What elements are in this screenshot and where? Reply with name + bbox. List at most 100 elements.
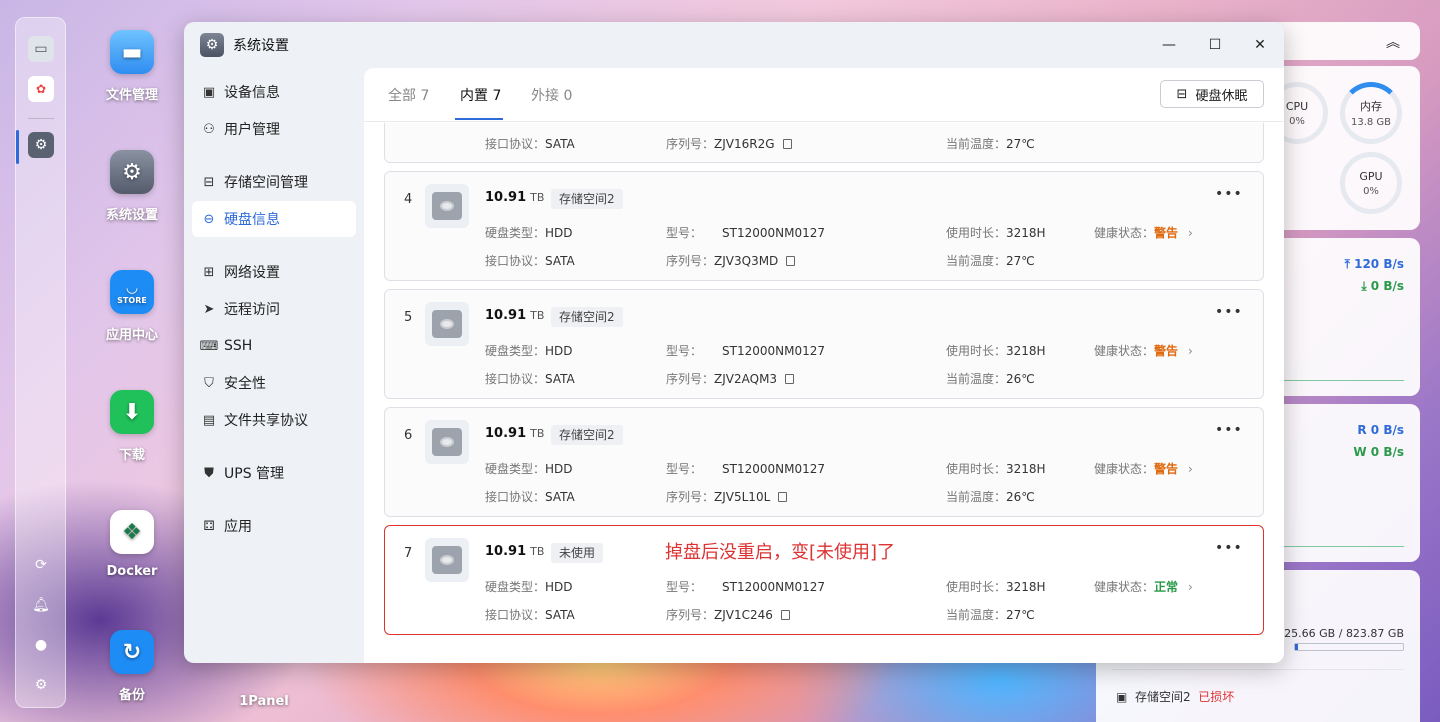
model-field: 型号： ST12000NM0127 xyxy=(666,580,826,594)
health-field[interactable]: 健康状态：警告 › xyxy=(1094,224,1193,241)
bell-icon[interactable]: 🔔︎ xyxy=(28,592,54,618)
store-icon: ◡ STORE xyxy=(110,270,154,314)
user-icon[interactable]: ● xyxy=(28,632,54,658)
apps-icon: ⚃ xyxy=(203,518,215,534)
serial-field: 序列号：ZJV5L10L xyxy=(666,488,788,505)
disk-tag: 存储空间2 xyxy=(551,307,623,327)
download-speed: ⤓ 0 B/s xyxy=(1361,279,1404,293)
desktop-system-settings[interactable]: ⚙ 系统设置 xyxy=(87,150,177,223)
gear-icon[interactable]: ⚙ xyxy=(28,672,54,698)
disk-tabs: 全部 7 内置 7 外接 0 ⊟ 硬盘休眠 xyxy=(364,68,1284,122)
sync-icon[interactable]: ⟳ xyxy=(28,552,54,578)
copy-icon[interactable] xyxy=(778,492,788,502)
sidebar-item-users[interactable]: ⚇ 用户管理 xyxy=(192,111,356,147)
disk-type-field: 硬盘类型：HDD xyxy=(485,580,573,594)
usage-field: 使用时长：3218H xyxy=(946,462,1046,476)
chevron-right-icon: › xyxy=(1188,226,1193,240)
maximize-button[interactable]: ☐ xyxy=(1205,35,1225,55)
storage-icon: ⊟ xyxy=(203,174,215,190)
more-options-icon[interactable]: ••• xyxy=(1215,186,1243,202)
interface-field: 接口协议：SATA xyxy=(485,372,575,386)
desktop-app-center[interactable]: ◡ STORE 应用中心 xyxy=(87,270,177,343)
storage-usage-bar xyxy=(1294,643,1404,651)
temperature-field: 当前温度：26℃ xyxy=(946,490,1035,504)
health-field[interactable]: 健康状态：警告 › xyxy=(1094,460,1193,477)
desktop-1panel[interactable]: 1Panel xyxy=(219,694,309,709)
disk-index: 6 xyxy=(404,428,413,443)
dock-active-indicator xyxy=(16,130,19,164)
shield-icon: ⛉ xyxy=(204,375,214,391)
usage-field: 使用时长：3218H xyxy=(946,344,1046,358)
sidebar-item-disk-info[interactable]: ⊖ 硬盘信息 xyxy=(192,201,356,237)
desktop-file-manager[interactable]: ▬ 文件管理 xyxy=(87,30,177,103)
settings-app-icon: ⚙ xyxy=(200,33,224,57)
interface-field: 接口协议：SATA xyxy=(485,254,575,268)
title-bar: ⚙ 系统设置 — ☐ ✕ xyxy=(184,22,1284,68)
temperature-field: 当前温度：27℃ xyxy=(946,254,1035,268)
serial-field: 序列号：ZJV2AQM3 xyxy=(666,370,795,387)
usage-field: 使用时长：3218H xyxy=(946,226,1046,240)
io-graph xyxy=(1284,546,1404,547)
close-button[interactable]: ✕ xyxy=(1250,35,1270,55)
minimize-button[interactable]: — xyxy=(1159,35,1179,55)
health-field[interactable]: 健康状态：警告 › xyxy=(1094,342,1193,359)
disk-tag: 存储空间2 xyxy=(551,189,623,209)
model-field: 型号： ST12000NM0127 xyxy=(666,462,826,476)
write-speed: W 0 B/s xyxy=(1353,445,1404,459)
disk-icon: ⊟ xyxy=(1176,86,1188,102)
sidebar-item-remote[interactable]: ➤ 远程访问 xyxy=(192,291,356,327)
download-icon: ⬇ xyxy=(110,390,154,434)
usage-field: 使用时长：3218H xyxy=(946,580,1046,594)
desktop-download[interactable]: ⬇ 下载 xyxy=(87,390,177,463)
tab-internal[interactable]: 内置 7 xyxy=(460,85,501,105)
folder-icon: ▬ xyxy=(110,30,154,74)
desktop-docker[interactable]: ❖ Docker xyxy=(87,510,177,579)
storage-item[interactable]: ▣ 存储空间2 已损坏 xyxy=(1116,688,1234,705)
interface-field: 接口协议：SATA xyxy=(485,490,575,504)
sidebar-item-security[interactable]: ⛉ 安全性 xyxy=(192,365,356,401)
copy-icon[interactable] xyxy=(780,610,790,620)
device-icon: ▣ xyxy=(202,84,216,100)
file-icon: ▤ xyxy=(202,412,216,428)
interface-field: 接口协议：SATA xyxy=(485,137,575,151)
copy-icon[interactable] xyxy=(782,139,792,149)
disk-card-5: 5 10.91 TB 存储空间2 硬盘类型：HDD 型号： ST12000NM012… xyxy=(384,289,1264,399)
sidebar-item-network[interactable]: ⊞ 网络设置 xyxy=(192,254,356,290)
sidebar-item-ssh[interactable]: ⌨ SSH xyxy=(192,328,356,364)
send-icon: ➤ xyxy=(203,301,215,317)
tab-active-underline xyxy=(455,118,503,120)
monitor-icon[interactable]: ▭ xyxy=(28,36,54,62)
launcher-icon[interactable]: ✿ xyxy=(28,76,54,102)
user-icon: ⚇ xyxy=(203,121,215,137)
settings-dock-icon[interactable]: ⚙ xyxy=(28,132,54,158)
sidebar-item-apps[interactable]: ⚃ 应用 xyxy=(192,508,356,544)
hard-disk-icon xyxy=(425,538,469,582)
interface-field: 接口协议：SATA xyxy=(485,608,575,622)
health-field[interactable]: 健康状态：正常 › xyxy=(1094,578,1193,595)
more-options-icon[interactable]: ••• xyxy=(1215,422,1243,438)
sidebar-item-ups[interactable]: ⛊ UPS 管理 xyxy=(192,455,356,491)
more-options-icon[interactable]: ••• xyxy=(1215,540,1243,556)
gpu-gauge: GPU 0% xyxy=(1340,152,1402,214)
desktop-backup[interactable]: ↻ 备份 xyxy=(87,630,177,703)
disk-info-panel: 全部 7 内置 7 外接 0 ⊟ 硬盘休眠 接口协议：SATA 序列号：ZJV16… xyxy=(364,68,1284,663)
collapse-icon[interactable]: ︽ xyxy=(1386,32,1400,52)
disk-card-7: 7 10.91 TB 未使用 硬盘类型：HDD 型号： ST12000NM0127 … xyxy=(384,525,1264,635)
sidebar-item-file-sharing[interactable]: ▤ 文件共享协议 xyxy=(192,402,356,438)
copy-icon[interactable] xyxy=(786,256,796,266)
window-title: 系统设置 xyxy=(233,38,289,54)
sidebar-item-device-info[interactable]: ▣ 设备信息 xyxy=(192,74,356,110)
hard-disk-icon xyxy=(425,184,469,228)
memory-gauge: 内存 13.8 GB xyxy=(1340,82,1402,144)
temperature-field: 当前温度：27℃ xyxy=(946,137,1035,151)
sidebar-item-storage[interactable]: ⊟ 存储空间管理 xyxy=(192,164,356,200)
tab-all[interactable]: 全部 7 xyxy=(388,85,429,105)
tab-external[interactable]: 外接 0 xyxy=(531,85,572,105)
storage-divider xyxy=(1112,669,1404,670)
read-speed: R 0 B/s xyxy=(1357,423,1404,437)
disk-sleep-button[interactable]: ⊟ 硬盘休眠 xyxy=(1160,80,1264,108)
disk-type-field: 硬盘类型：HDD xyxy=(485,226,573,240)
copy-icon[interactable] xyxy=(785,374,795,384)
more-options-icon[interactable]: ••• xyxy=(1215,304,1243,320)
dock: ▭ ✿ ⚙ ⟳ 🔔︎ ● ⚙ xyxy=(15,17,66,708)
